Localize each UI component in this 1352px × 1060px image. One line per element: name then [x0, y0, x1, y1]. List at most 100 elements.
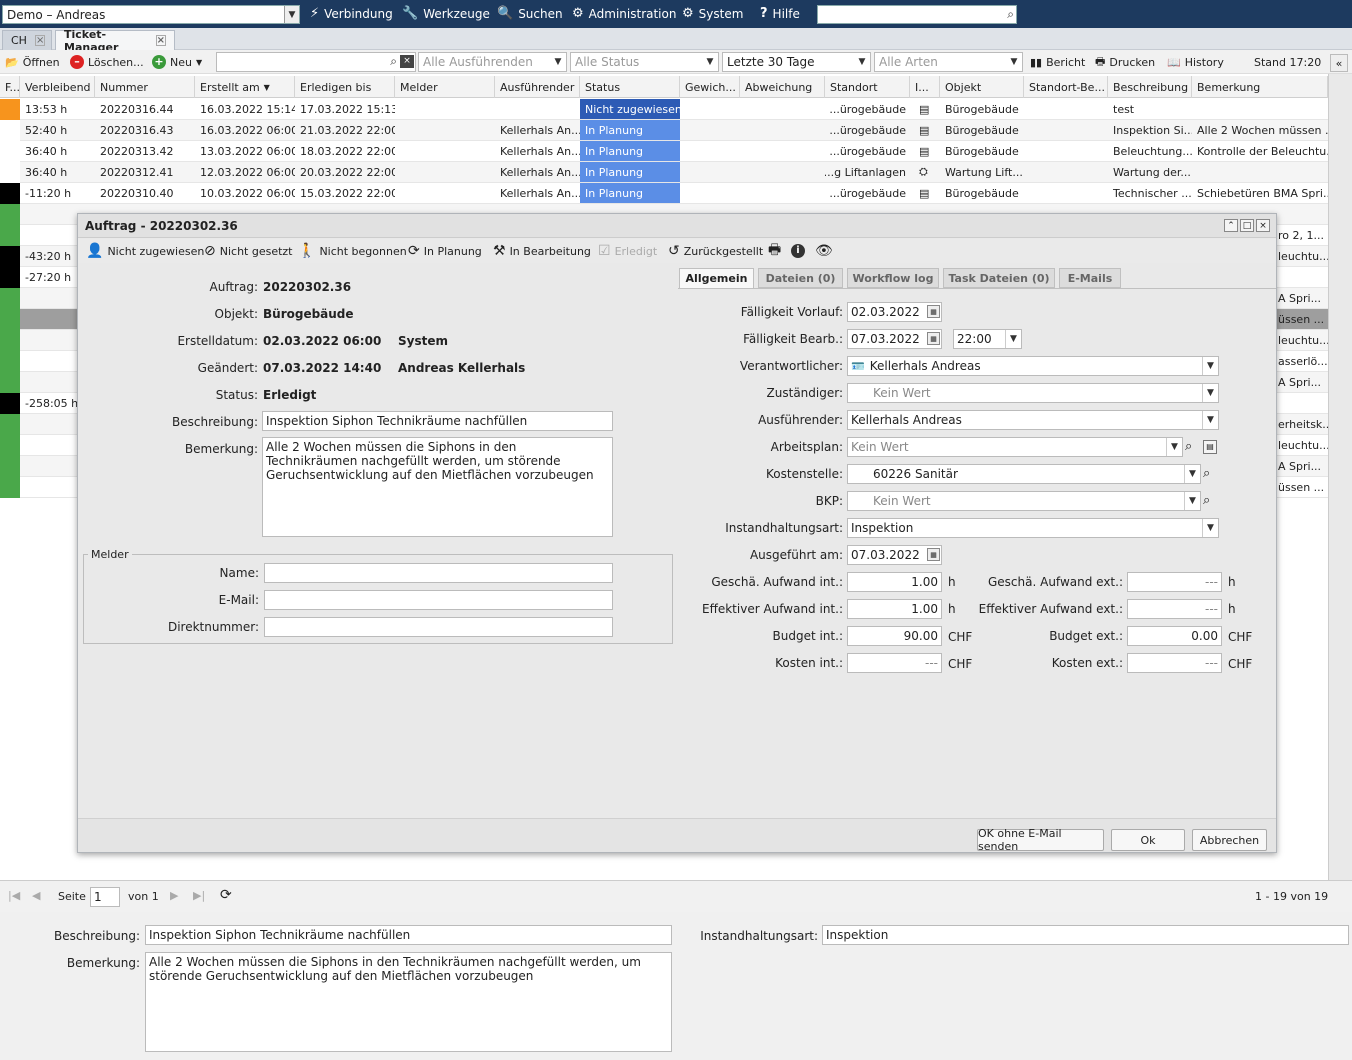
melder-phone-input[interactable] — [264, 617, 613, 637]
new-button[interactable]: + Neu ▼ — [152, 50, 202, 74]
chevron-down-icon[interactable]: ▼ — [1202, 357, 1218, 375]
tab-task-dateien[interactable]: Task Dateien (0) — [943, 268, 1055, 288]
tab-dateien[interactable]: Dateien (0) — [758, 268, 843, 288]
close-icon[interactable]: × — [155, 35, 166, 46]
open-button[interactable]: 📂 Öffnen — [5, 50, 60, 74]
ok-button[interactable]: Ok — [1111, 829, 1185, 851]
table-row[interactable]: 52:40 h 20220316.43 16.03.2022 06:00 21.03.… — [0, 120, 1328, 141]
col-header[interactable]: Abweichung — [740, 76, 825, 98]
history-button[interactable]: 📖 History — [1167, 50, 1224, 74]
menu-hilfe[interactable]: ? Hilfe — [760, 6, 800, 21]
chevron-down-icon[interactable]: ▼ — [550, 53, 566, 71]
bkp-select[interactable]: Kein Wert ▼ — [847, 491, 1201, 511]
tab-emails[interactable]: E-Mails — [1059, 268, 1121, 288]
melder-email-input[interactable] — [264, 590, 613, 610]
chevron-down-icon[interactable]: ▼ — [284, 6, 299, 23]
menu-system[interactable]: ⚙ System — [682, 6, 743, 21]
report-button[interactable]: ▮▮ Bericht — [1030, 50, 1085, 74]
kosten-int-input[interactable]: --- — [847, 653, 942, 673]
ok-without-email-button[interactable]: OK ohne E-Mail senden — [977, 827, 1104, 853]
eff-aufwand-int-input[interactable]: 1.00 — [847, 599, 942, 619]
collapse-panel-button[interactable]: « — [1330, 54, 1348, 72]
faelligkeit-vorlauf-input[interactable]: 02.03.2022 ▦ — [847, 302, 942, 322]
last-page-icon[interactable]: ▶| — [193, 889, 205, 902]
grid-search-input[interactable]: ⌕ × — [216, 52, 416, 72]
menu-administration[interactable]: ⚙ Administration — [572, 6, 676, 21]
filter-kind-select[interactable]: Alle Arten ▼ — [874, 52, 1023, 72]
search-icon[interactable]: ⌕ — [1185, 439, 1192, 454]
dialog-titlebar[interactable]: Auftrag - 20220302.36 — [78, 214, 1276, 238]
clear-icon[interactable]: × — [400, 55, 414, 68]
gesch-aufwand-ext-input[interactable]: --- — [1127, 572, 1222, 592]
calendar-icon[interactable]: ▦ — [927, 548, 940, 561]
menu-werkzeuge[interactable]: 🔧 Werkzeuge — [402, 6, 490, 21]
melder-name-input[interactable] — [264, 563, 613, 583]
col-header[interactable]: Melder — [395, 76, 495, 98]
table-row[interactable]: -11:20 h 20220310.40 10.03.2022 06:00 15.03… — [0, 183, 1328, 204]
chevron-down-icon[interactable]: ▼ — [1005, 330, 1021, 348]
collapse-icon[interactable]: ⌃ — [1224, 219, 1238, 232]
chevron-down-icon[interactable]: ▼ — [1184, 492, 1200, 510]
ausgefuehrt-input[interactable]: 07.03.2022 ▦ — [847, 545, 942, 565]
ausfuehrender-select[interactable]: Kellerhals Andreas ▼ — [847, 410, 1219, 430]
chevron-down-icon[interactable]: ▼ — [1202, 411, 1218, 429]
print-button[interactable]: 🖶 Drucken — [1095, 50, 1155, 74]
col-header[interactable]: Nummer — [95, 76, 195, 98]
col-header[interactable]: Ausführender — [495, 76, 580, 98]
search-icon[interactable]: ⌕ — [1007, 7, 1014, 22]
table-row[interactable]: 13:53 h 20220316.44 16.03.2022 15:14 17.03.… — [0, 99, 1328, 120]
print-button[interactable]: 🖶 — [768, 239, 781, 263]
budget-ext-input[interactable]: 0.00 — [1127, 626, 1222, 646]
view-button[interactable]: 👁 — [815, 239, 833, 263]
col-header[interactable]: Standort-Be... — [1024, 76, 1108, 98]
workspace-select[interactable]: Demo – Andreas ▼ — [2, 5, 300, 24]
menu-verbindung[interactable]: ⚡ Verbindung — [310, 6, 393, 21]
status-zurueckgestellt-button[interactable]: ↺ Zurückgestellt — [668, 239, 763, 263]
global-search-input[interactable]: ⌕ — [817, 5, 1017, 24]
faelligkeit-bearb-time-select[interactable]: 22:00 ▼ — [953, 329, 1022, 349]
table-row[interactable]: 36:40 h 20220312.41 12.03.2022 06:00 20.03.… — [0, 162, 1328, 183]
calendar-icon[interactable]: ▦ — [927, 305, 940, 318]
search-icon[interactable]: ⌕ — [1203, 466, 1210, 481]
col-header[interactable]: Bemerkung — [1192, 76, 1328, 98]
chevron-down-icon[interactable]: ▼ — [854, 53, 870, 71]
status-nicht-gesetzt-button[interactable]: ⊘ Nicht gesetzt — [204, 239, 293, 263]
search-icon[interactable]: ⌕ — [1203, 493, 1210, 508]
col-header[interactable]: Standort — [825, 76, 910, 98]
delete-button[interactable]: – Löschen... — [70, 50, 144, 74]
page-input[interactable]: 1 — [90, 887, 120, 907]
col-header[interactable]: F... — [0, 76, 20, 98]
filter-period-select[interactable]: Letzte 30 Tage ▼ — [722, 52, 871, 72]
chevron-down-icon[interactable]: ▼ — [1006, 53, 1022, 71]
arbeitsplan-select[interactable]: Kein Wert ▼ — [847, 437, 1183, 457]
col-header[interactable]: Objekt — [940, 76, 1024, 98]
status-nicht-begonnen-button[interactable]: 🚶 Nicht begonnen — [298, 239, 407, 263]
zustaendiger-select[interactable]: Kein Wert ▼ — [847, 383, 1219, 403]
refresh-icon[interactable]: ⟳ — [220, 887, 232, 903]
status-in-planung-button[interactable]: ⟳ In Planung — [408, 239, 482, 263]
col-header[interactable]: I... — [910, 76, 940, 98]
eff-aufwand-ext-input[interactable]: --- — [1127, 599, 1222, 619]
col-header[interactable]: Gewich... — [680, 76, 740, 98]
status-nicht-zugewiesen-button[interactable]: 👤 Nicht zugewiesen — [86, 239, 204, 263]
filter-executor-select[interactable]: Alle Ausführenden ▼ — [418, 52, 567, 72]
maximize-icon[interactable]: □ — [1240, 219, 1254, 232]
budget-int-input[interactable]: 90.00 — [847, 626, 942, 646]
close-icon[interactable]: × — [1256, 219, 1270, 232]
open-window-icon[interactable]: ▤ — [1203, 440, 1217, 454]
instandhaltungsart-select[interactable]: Inspektion ▼ — [847, 518, 1219, 538]
chevron-down-icon[interactable]: ▼ — [1184, 465, 1200, 483]
first-page-icon[interactable]: |◀ — [8, 889, 20, 902]
chevron-down-icon[interactable]: ▼ — [1202, 384, 1218, 402]
col-header[interactable]: Verbleibend — [20, 76, 95, 98]
calendar-icon[interactable]: ▦ — [927, 332, 940, 345]
chevron-down-icon[interactable]: ▼ — [1166, 438, 1182, 456]
tab-ticket-manager[interactable]: Ticket-Manager × — [55, 28, 175, 54]
bemerkung-textarea[interactable]: Alle 2 Wochen müssen die Siphons in den … — [262, 437, 613, 537]
info-button[interactable]: i — [791, 239, 805, 263]
close-icon[interactable]: × — [34, 35, 46, 46]
col-header[interactable]: Erledigen bis — [295, 76, 395, 98]
gesch-aufwand-int-input[interactable]: 1.00 — [847, 572, 942, 592]
cancel-button[interactable]: Abbrechen — [1192, 829, 1267, 851]
table-row[interactable]: 36:40 h 20220313.42 13.03.2022 06:00 18.03.… — [0, 141, 1328, 162]
